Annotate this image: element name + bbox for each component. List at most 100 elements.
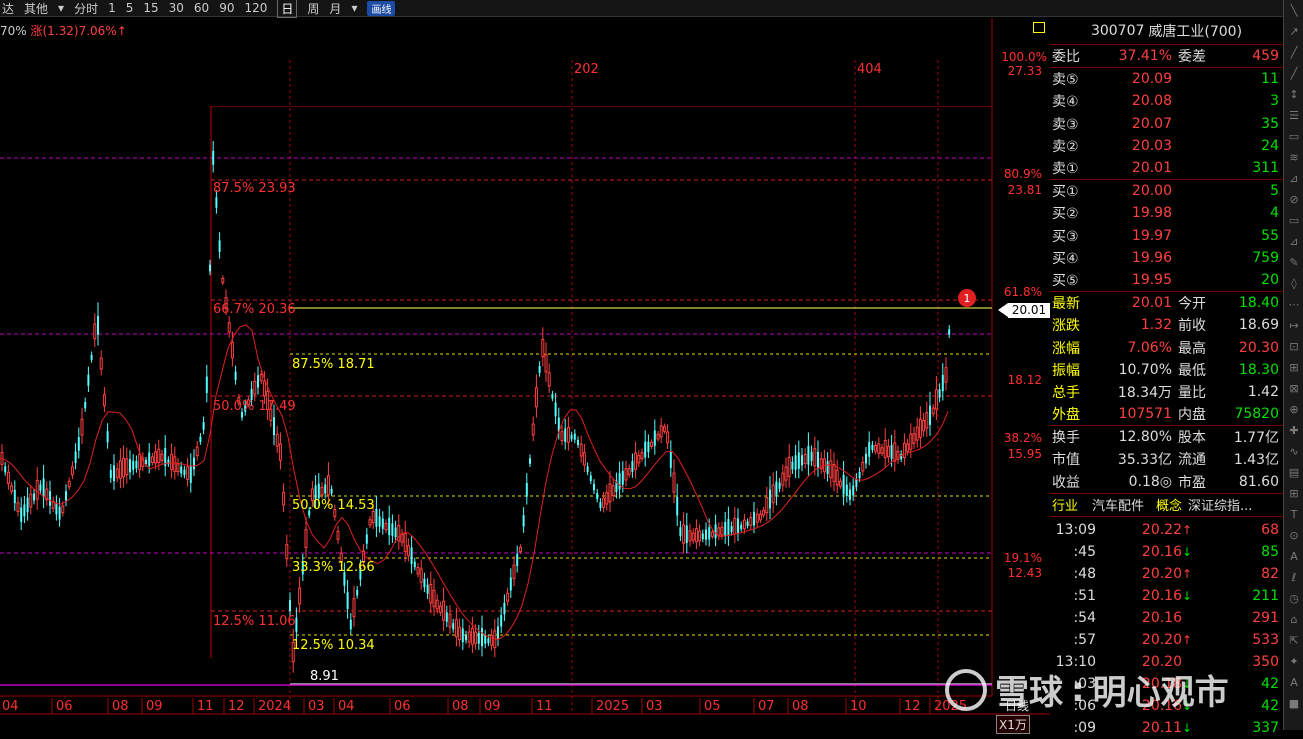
draw-tool-icon[interactable]: ⊿ bbox=[1284, 168, 1303, 189]
draw-tool-icon[interactable]: ✎ bbox=[1284, 252, 1303, 273]
candle-body bbox=[797, 452, 800, 469]
draw-tool-icon[interactable]: ⊠ bbox=[1284, 378, 1303, 399]
candle-body bbox=[102, 394, 106, 407]
stat-value: 1.32 bbox=[1140, 317, 1172, 334]
bid-row[interactable]: 买⑤ 19.95 20 bbox=[1050, 269, 1283, 291]
candle-body bbox=[6, 471, 10, 484]
candle-body bbox=[58, 506, 61, 520]
period-tab[interactable]: 日 bbox=[277, 0, 298, 18]
draw-tool-icon[interactable]: ▭ bbox=[1284, 210, 1303, 231]
draw-tool-icon[interactable]: ▭ bbox=[1284, 126, 1303, 147]
stat-value: 0.18◎ bbox=[1128, 473, 1172, 490]
draw-tool-icon[interactable]: ↦ bbox=[1284, 315, 1303, 336]
period-tab[interactable]: 120 bbox=[244, 1, 267, 15]
draw-tool-icon[interactable]: ☰ bbox=[1284, 105, 1303, 126]
bid-row[interactable]: 买② 19.98 4 bbox=[1050, 202, 1283, 224]
period-tab[interactable]: 60 bbox=[194, 1, 209, 15]
candle-body bbox=[627, 468, 631, 475]
period-tab[interactable]: 其他 bbox=[24, 0, 48, 17]
draw-tool-icon[interactable]: ✚ bbox=[1284, 420, 1303, 441]
draw-tool-button[interactable]: 画线 bbox=[367, 0, 396, 16]
draw-tool-icon[interactable]: ✦ bbox=[1284, 651, 1303, 672]
candle-body bbox=[113, 465, 115, 481]
stat-label: 市值 bbox=[1052, 452, 1080, 469]
draw-tool-icon[interactable]: ╲ bbox=[1284, 0, 1303, 21]
period-tab[interactable]: 15 bbox=[143, 1, 158, 15]
ask-row[interactable]: 卖⑤ 20.09 11 bbox=[1050, 68, 1283, 90]
period-tab[interactable]: 1 bbox=[108, 1, 116, 15]
draw-tool-icon[interactable]: ⊡ bbox=[1284, 336, 1303, 357]
period-tab[interactable]: 月 bbox=[329, 0, 341, 17]
drawing-toolbar: ╲ ↗ ╱ ╱ ↕ ☰ ▭ ≋ ⊿ ⊘ ▭ ⊿ ✎ ◊ ⋯ ↦ ⊡ ⊞ ⊠ ⊕ ✚ ∿ ▤ ⊞ T ⊙ Aℓ ◷ ⌂ ⇱ ✦ A ■ bbox=[1283, 0, 1303, 730]
stat-label: 涨幅 bbox=[1052, 340, 1080, 357]
draw-tool-icon[interactable]: ⊞ bbox=[1284, 357, 1303, 378]
stat-value: 1.77亿 bbox=[1233, 430, 1279, 447]
draw-tool-icon[interactable]: ↗ bbox=[1284, 21, 1303, 42]
ask-row[interactable]: 卖① 20.01 311 bbox=[1050, 157, 1283, 179]
tick-price: 20.11 bbox=[1141, 719, 1182, 736]
axis-pct: 61.8% bbox=[1004, 285, 1042, 299]
period-tab[interactable]: ▾ bbox=[58, 1, 64, 15]
candle-body bbox=[189, 465, 192, 483]
stat-label: 外盘 bbox=[1052, 407, 1080, 424]
ask-row[interactable]: 卖④ 20.08 3 bbox=[1050, 90, 1283, 112]
candle-body bbox=[586, 466, 589, 473]
draw-tool-icon[interactable]: ⊿ bbox=[1284, 231, 1303, 252]
draw-tool-icon[interactable]: ╱ bbox=[1284, 42, 1303, 63]
draw-tool-icon[interactable]: ◊ bbox=[1284, 273, 1303, 294]
draw-tool-icon[interactable]: A bbox=[1284, 672, 1303, 693]
candle-body bbox=[403, 533, 407, 553]
ask-row[interactable]: 卖② 20.03 24 bbox=[1050, 135, 1283, 157]
draw-tool-icon[interactable]: ■ bbox=[1284, 693, 1303, 714]
candle-body bbox=[23, 504, 26, 517]
stock-name: 威唐工业(700) bbox=[1148, 24, 1243, 40]
stock-header[interactable]: 300707 威唐工业(700) bbox=[1050, 18, 1283, 45]
candle-body bbox=[93, 323, 97, 340]
candle-body bbox=[730, 525, 733, 533]
period-tab[interactable]: 周 bbox=[307, 0, 319, 17]
candle-body bbox=[378, 516, 381, 527]
kline-chart[interactable]: 202 404 87.5% 23.93 66.7% 20.36 50.0% 17… bbox=[0, 18, 1050, 730]
bid-row[interactable]: 买④ 19.96 759 bbox=[1050, 247, 1283, 269]
period-tab[interactable]: 达 bbox=[2, 0, 14, 17]
period-tab[interactable]: 5 bbox=[126, 1, 134, 15]
period-tab[interactable]: 30 bbox=[169, 1, 184, 15]
draw-tool-icon[interactable]: ╱ bbox=[1284, 63, 1303, 84]
period-tab[interactable]: 分时 bbox=[74, 0, 98, 17]
candle-body bbox=[35, 479, 39, 500]
draw-tool-icon[interactable]: ▤ bbox=[1284, 462, 1303, 483]
candle-body bbox=[934, 389, 938, 410]
weibi-row: 委比 37.41% 委差 459 bbox=[1050, 45, 1283, 67]
draw-tool-icon[interactable]: T bbox=[1284, 504, 1303, 525]
concept-value[interactable]: 深证综指... bbox=[1188, 495, 1252, 514]
industry-value[interactable]: 汽车配件 bbox=[1092, 495, 1156, 514]
draw-tool-icon[interactable]: ℓ bbox=[1284, 567, 1303, 588]
ask-row[interactable]: 卖③ 20.07 35 bbox=[1050, 113, 1283, 135]
draw-tool-icon[interactable]: ⊞ bbox=[1284, 483, 1303, 504]
draw-tool-icon[interactable]: ⊙ bbox=[1284, 525, 1303, 546]
draw-tool-icon[interactable]: ⋯ bbox=[1284, 294, 1303, 315]
candle-body bbox=[282, 491, 286, 506]
candle-body bbox=[611, 485, 615, 497]
draw-tool-icon[interactable]: ↕ bbox=[1284, 84, 1303, 105]
bid-row[interactable]: 买③ 19.97 55 bbox=[1050, 225, 1283, 247]
candle-body bbox=[516, 554, 519, 566]
draw-tool-icon[interactable]: ◷ bbox=[1284, 588, 1303, 609]
bid-row[interactable]: 买① 20.00 5 bbox=[1050, 180, 1283, 202]
draw-tool-icon[interactable]: ⌂ bbox=[1284, 609, 1303, 630]
candle-body bbox=[74, 451, 77, 463]
period-tab[interactable]: ▾ bbox=[351, 1, 357, 15]
draw-tool-icon[interactable]: ⊘ bbox=[1284, 189, 1303, 210]
draw-tool-icon[interactable]: ≋ bbox=[1284, 147, 1303, 168]
period-tab[interactable]: 90 bbox=[219, 1, 234, 15]
draw-tool-icon[interactable]: ∿ bbox=[1284, 441, 1303, 462]
candle-body bbox=[454, 619, 458, 638]
candle-body bbox=[794, 455, 797, 470]
candle-body bbox=[262, 380, 266, 397]
draw-tool-icon[interactable]: A bbox=[1284, 546, 1303, 567]
candle-body bbox=[758, 513, 762, 521]
draw-tool-icon[interactable]: ⇱ bbox=[1284, 630, 1303, 651]
candle-body bbox=[487, 638, 490, 644]
candle-body bbox=[221, 277, 225, 284]
draw-tool-icon[interactable]: ⊕ bbox=[1284, 399, 1303, 420]
